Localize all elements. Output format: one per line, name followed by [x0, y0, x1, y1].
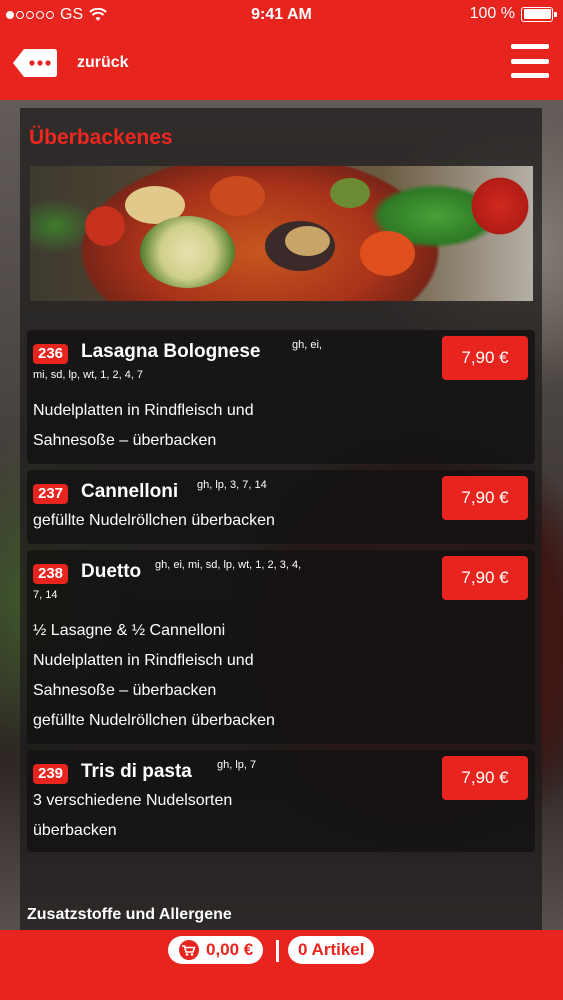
item-description: gefüllte Nudelröllchen überbacken: [33, 512, 275, 529]
item-allergens: gh, lp, 7: [217, 759, 257, 771]
item-allergens: gh, ei, mi, sd, lp, wt, 1, 2, 3, 4,: [155, 559, 302, 571]
item-allergens-cont: 7, 14: [33, 589, 58, 601]
item-name: Cannelloni: [81, 481, 179, 502]
battery-percent: 100 %: [469, 5, 515, 22]
cart-total: 0,00 €: [206, 940, 254, 959]
item-allergens: gh, lp, 3, 7, 14: [197, 479, 267, 491]
menu-panel: Überbackenes 236 Lasagna Bolognese gh, e…: [20, 108, 542, 930]
item-number-badge: 236: [33, 344, 69, 364]
cart-total-button[interactable]: 0,00 €: [168, 936, 264, 964]
item-description: gefüllte Nudelröllchen überbacken: [33, 712, 275, 729]
item-description: ½ Lasagne & ½ Cannelloni: [33, 622, 226, 639]
back-arrow-icon[interactable]: [12, 48, 58, 78]
add-to-cart-price-button[interactable]: 7,90 €: [442, 336, 528, 380]
allergens-info-link[interactable]: Zusatzstoffe und Allergene: [27, 906, 232, 924]
item-description: Sahnesoße – überbacken: [33, 682, 217, 699]
item-name: Tris di pasta: [81, 761, 192, 782]
cart-count: 0 Artikel: [298, 940, 365, 959]
item-name: Duetto: [81, 561, 142, 582]
item-number-badge: 237: [33, 484, 69, 504]
item-name: Lasagna Bolognese: [81, 341, 261, 362]
divider: [276, 940, 279, 962]
status-bar: GS 9:41 AM 100 %: [0, 0, 563, 30]
cart-count-button[interactable]: 0 Artikel: [288, 936, 375, 964]
item-number-badge: 238: [33, 564, 69, 584]
item-description: Nudelplatten in Rindfleisch und: [33, 652, 254, 669]
battery-icon: [521, 6, 557, 22]
item-description: 3 verschiedene Nudelsorten: [33, 792, 233, 809]
item-description: überbacken: [33, 822, 117, 839]
item-description: Sahnesoße – überbacken: [33, 432, 217, 449]
cart-bar: 0,00 € 0 Artikel: [0, 930, 563, 1000]
back-label[interactable]: zurück: [77, 54, 129, 72]
item-allergens-cont: mi, sd, lp, wt, 1, 2, 4, 7: [33, 369, 144, 381]
shopping-cart-icon: [179, 940, 199, 960]
item-allergens: gh, ei,: [292, 339, 322, 351]
add-to-cart-price-button[interactable]: 7,90 €: [442, 476, 528, 520]
menu-item[interactable]: 236 Lasagna Bolognese gh, ei, mi, sd, lp…: [27, 330, 535, 464]
dish-photo: [30, 166, 533, 301]
add-to-cart-price-button[interactable]: 7,90 €: [442, 756, 528, 800]
item-description: Nudelplatten in Rindfleisch und: [33, 402, 254, 419]
menu-item[interactable]: 237 Cannelloni gh, lp, 3, 7, 14 gefüllte…: [27, 470, 535, 544]
section-title: Überbackenes: [29, 126, 173, 149]
back-button[interactable]: [12, 48, 58, 83]
add-to-cart-price-button[interactable]: 7,90 €: [442, 556, 528, 600]
app-header: zurück: [0, 30, 563, 100]
hamburger-menu-icon[interactable]: [511, 44, 549, 78]
menu-item[interactable]: 239 Tris di pasta gh, lp, 7 3 verschiede…: [27, 750, 535, 852]
menu-item[interactable]: 238 Duetto gh, ei, mi, sd, lp, wt, 1, 2,…: [27, 550, 535, 744]
item-number-badge: 239: [33, 764, 69, 784]
